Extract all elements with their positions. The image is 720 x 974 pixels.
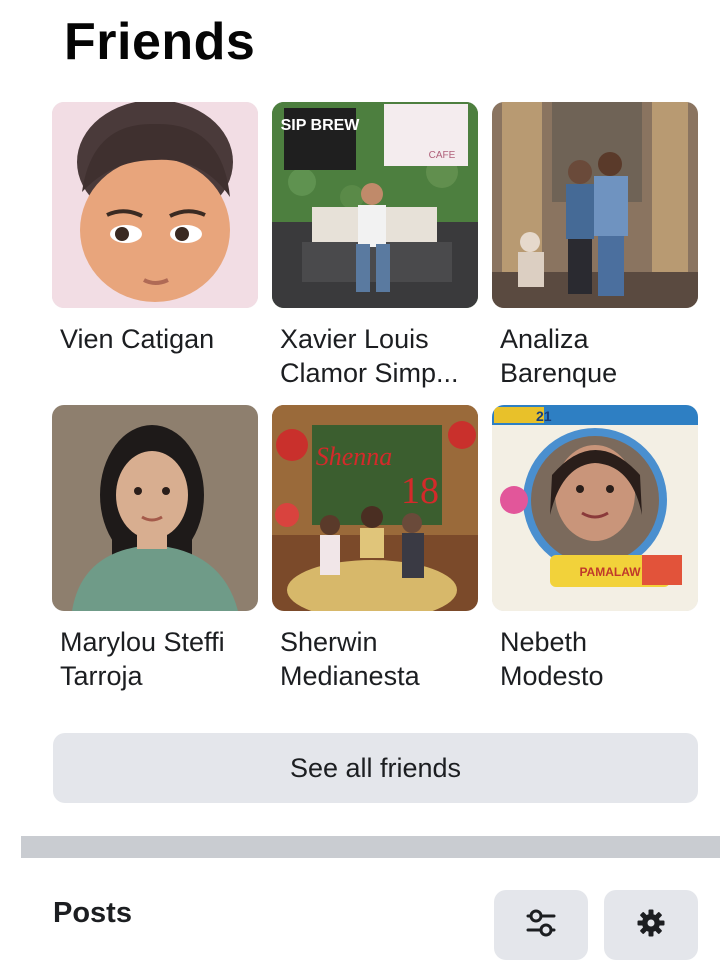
- gear-icon: [636, 908, 666, 943]
- friends-heading: Friends: [64, 13, 256, 71]
- photo-badge-21: 21: [536, 408, 552, 424]
- sliders-icon: [524, 908, 558, 943]
- photo-text-18: 18: [401, 470, 439, 512]
- friend-name[interactable]: Nebeth Modesto: [492, 625, 698, 693]
- friend-name[interactable]: Marylou Steffi Tarroja: [52, 625, 258, 693]
- posts-heading: Posts: [53, 897, 132, 929]
- friend-name[interactable]: Sherwin Medianesta: [272, 625, 478, 693]
- friend-card-marylou-steffi-tarroja[interactable]: Marylou Steffi Tarroja: [52, 405, 258, 708]
- see-all-friends-button[interactable]: See all friends: [53, 733, 698, 803]
- photo-frame-text: PAMALAW: [579, 565, 641, 579]
- friend-photo[interactable]: [52, 405, 258, 611]
- photo-text-cafe: CAFE: [429, 150, 456, 161]
- friend-photo[interactable]: 21 PAMALAW: [492, 405, 698, 611]
- friend-card-analiza-barenque[interactable]: Analiza Barenque: [492, 102, 698, 405]
- friend-photo[interactable]: SIP BREW CAFE: [272, 102, 478, 308]
- posts-settings-button[interactable]: [604, 890, 698, 960]
- friend-card-sherwin-medianesta[interactable]: Shenna 18 Sherwin Medianesta: [272, 405, 478, 708]
- friend-card-vien-catigan[interactable]: Vien Catigan: [52, 102, 258, 405]
- photo-text-shenna: Shenna: [316, 442, 393, 471]
- section-divider: [21, 836, 720, 858]
- friends-grid: Vien Catigan SIP BREW CAFE Xavier Louis …: [52, 102, 700, 708]
- friend-name[interactable]: Analiza Barenque: [492, 322, 698, 390]
- friend-photo[interactable]: Shenna 18: [272, 405, 478, 611]
- friend-name[interactable]: Vien Catigan: [52, 322, 258, 356]
- friend-card-nebeth-modesto[interactable]: 21 PAMALAW Nebeth Modesto: [492, 405, 698, 708]
- friend-photo[interactable]: [492, 102, 698, 308]
- friend-card-xavier-louis[interactable]: SIP BREW CAFE Xavier Louis Clamor Simp..…: [272, 102, 478, 405]
- friends-profile-section: Friends Vien Catigan SIP BREW CAFE Xavie…: [0, 0, 720, 974]
- friend-photo[interactable]: [52, 102, 258, 308]
- posts-filter-button[interactable]: [494, 890, 588, 960]
- friend-name[interactable]: Xavier Louis Clamor Simp...: [272, 322, 478, 390]
- photo-text-sip-brew: SIP BREW: [281, 117, 361, 134]
